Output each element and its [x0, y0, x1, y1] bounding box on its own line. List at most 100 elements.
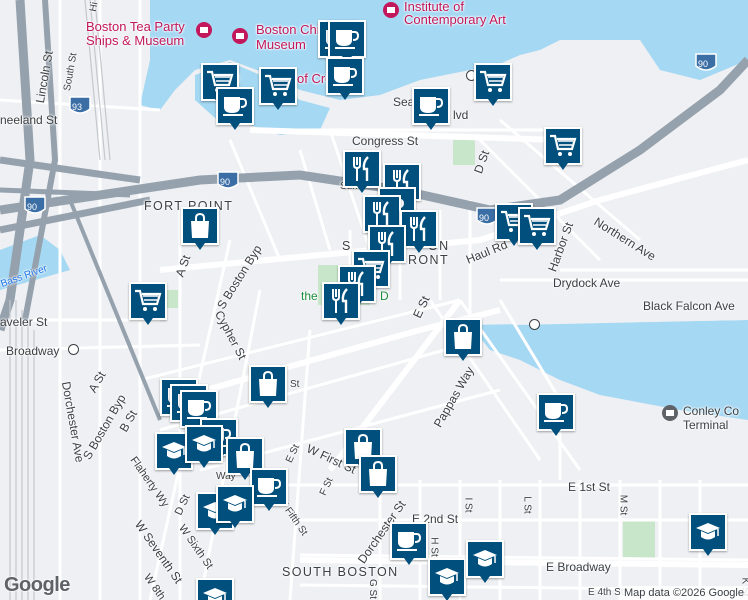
school-icon [466, 540, 504, 578]
street-label: lvd [453, 108, 469, 122]
map-marker[interactable] [181, 207, 219, 251]
street-label: I St [462, 497, 474, 513]
street-label: G St [367, 578, 379, 600]
map-marker[interactable] [185, 425, 223, 469]
map-marker[interactable] [518, 207, 556, 251]
marker-pointer [532, 243, 542, 250]
map-marker[interactable] [428, 558, 466, 600]
cart-icon [518, 207, 556, 245]
map-attribution[interactable]: Map data ©2026 Google [619, 586, 748, 600]
map-marker[interactable] [444, 318, 482, 362]
school-icon [689, 513, 727, 551]
coffee-icon [412, 87, 450, 125]
street-label: M St [617, 494, 629, 516]
street-label: Drydock Ave [553, 276, 621, 290]
map-marker[interactable] [412, 87, 450, 131]
marker-pointer [143, 318, 153, 325]
street-label: E 4th St [588, 587, 624, 598]
marker-pointer [404, 558, 414, 565]
restaurant-icon [322, 282, 360, 320]
marker-pointer [373, 491, 383, 498]
marker-pointer [230, 123, 240, 130]
map-marker[interactable] [326, 57, 364, 101]
map-marker[interactable] [216, 485, 254, 529]
marker-pointer [263, 401, 273, 408]
map-canvas[interactable]: 90 90 93 90 90 FORT POINT S ON RONT SOUT… [0, 0, 748, 600]
bag-icon [359, 455, 397, 493]
marker-pointer [442, 594, 452, 600]
terminal-icon [662, 405, 678, 421]
map-marker[interactable] [466, 540, 504, 584]
bag-icon [249, 365, 287, 403]
museum-icon [383, 2, 399, 18]
coffee-icon [250, 468, 288, 506]
street-label: Broadway [6, 344, 60, 358]
marker-pointer [414, 246, 424, 253]
marker-pointer [357, 186, 367, 193]
subway-station-icon[interactable] [68, 344, 79, 355]
marker-pointer [458, 354, 468, 361]
marker-pointer [199, 461, 209, 468]
coffee-icon [328, 20, 366, 58]
coffee-icon [216, 87, 254, 125]
coffee-icon [326, 57, 364, 95]
highway-label: 90 [479, 213, 490, 223]
street-label: neeland St [0, 113, 58, 127]
coffee-icon [390, 522, 428, 560]
poi-childrens-line2[interactable]: Museum [256, 38, 306, 52]
school-icon [196, 578, 234, 600]
map-marker[interactable] [343, 150, 381, 194]
marker-pointer [336, 318, 346, 325]
poi-conley-line2[interactable]: Terminal [683, 419, 728, 432]
map-marker[interactable] [359, 455, 397, 499]
map-marker[interactable] [249, 365, 287, 409]
poi-tea-party-line2[interactable]: Ships & Museum [86, 34, 184, 48]
poi-childrens-line1[interactable]: Boston Chi [256, 23, 320, 37]
area-label-seaport-prefix: S [342, 239, 352, 253]
marker-pointer [240, 473, 250, 480]
restaurant-icon [343, 150, 381, 188]
map-marker[interactable] [196, 578, 234, 600]
park-label: the [301, 289, 318, 303]
map-marker[interactable] [390, 522, 428, 566]
map-marker[interactable] [250, 468, 288, 512]
marker-pointer [558, 163, 568, 170]
area-label-front: RONT [408, 253, 450, 267]
google-logo: Google [4, 574, 70, 596]
cart-icon [129, 282, 167, 320]
street-label: L St [521, 496, 533, 514]
map-marker[interactable] [689, 513, 727, 557]
cart-icon [474, 63, 512, 101]
museum-icon [196, 22, 212, 38]
street-label: E 1st St [568, 480, 611, 494]
marker-pointer [169, 468, 179, 475]
highway-label: 93 [72, 102, 83, 112]
marker-pointer [703, 549, 713, 556]
map-marker[interactable] [216, 87, 254, 131]
map-marker[interactable] [259, 67, 297, 111]
map-marker[interactable] [474, 63, 512, 107]
coffee-icon [537, 393, 575, 431]
marker-pointer [426, 123, 436, 130]
marker-pointer [264, 504, 274, 511]
map-marker[interactable] [129, 282, 167, 326]
poi-conley-line1[interactable]: Conley Co [683, 405, 739, 418]
marker-pointer [210, 528, 220, 535]
poi-ica-line2[interactable]: Contemporary Art [404, 13, 506, 27]
school-icon [216, 485, 254, 523]
bag-icon [444, 318, 482, 356]
street-label: H St [428, 537, 440, 557]
cart-icon [259, 67, 297, 105]
poi-tea-party-line1[interactable]: Boston Tea Party [86, 20, 185, 34]
area-label-south-boston: SOUTH BOSTON [282, 565, 399, 579]
marker-pointer [488, 99, 498, 106]
school-icon [185, 425, 223, 463]
ferry-station-icon[interactable] [529, 319, 540, 330]
bag-icon [181, 207, 219, 245]
marker-pointer [340, 93, 350, 100]
map-marker[interactable] [537, 393, 575, 437]
highway-label: 90 [27, 202, 38, 212]
street-label: Congress St [352, 134, 419, 148]
map-marker[interactable] [544, 127, 582, 171]
map-marker[interactable] [322, 282, 360, 326]
